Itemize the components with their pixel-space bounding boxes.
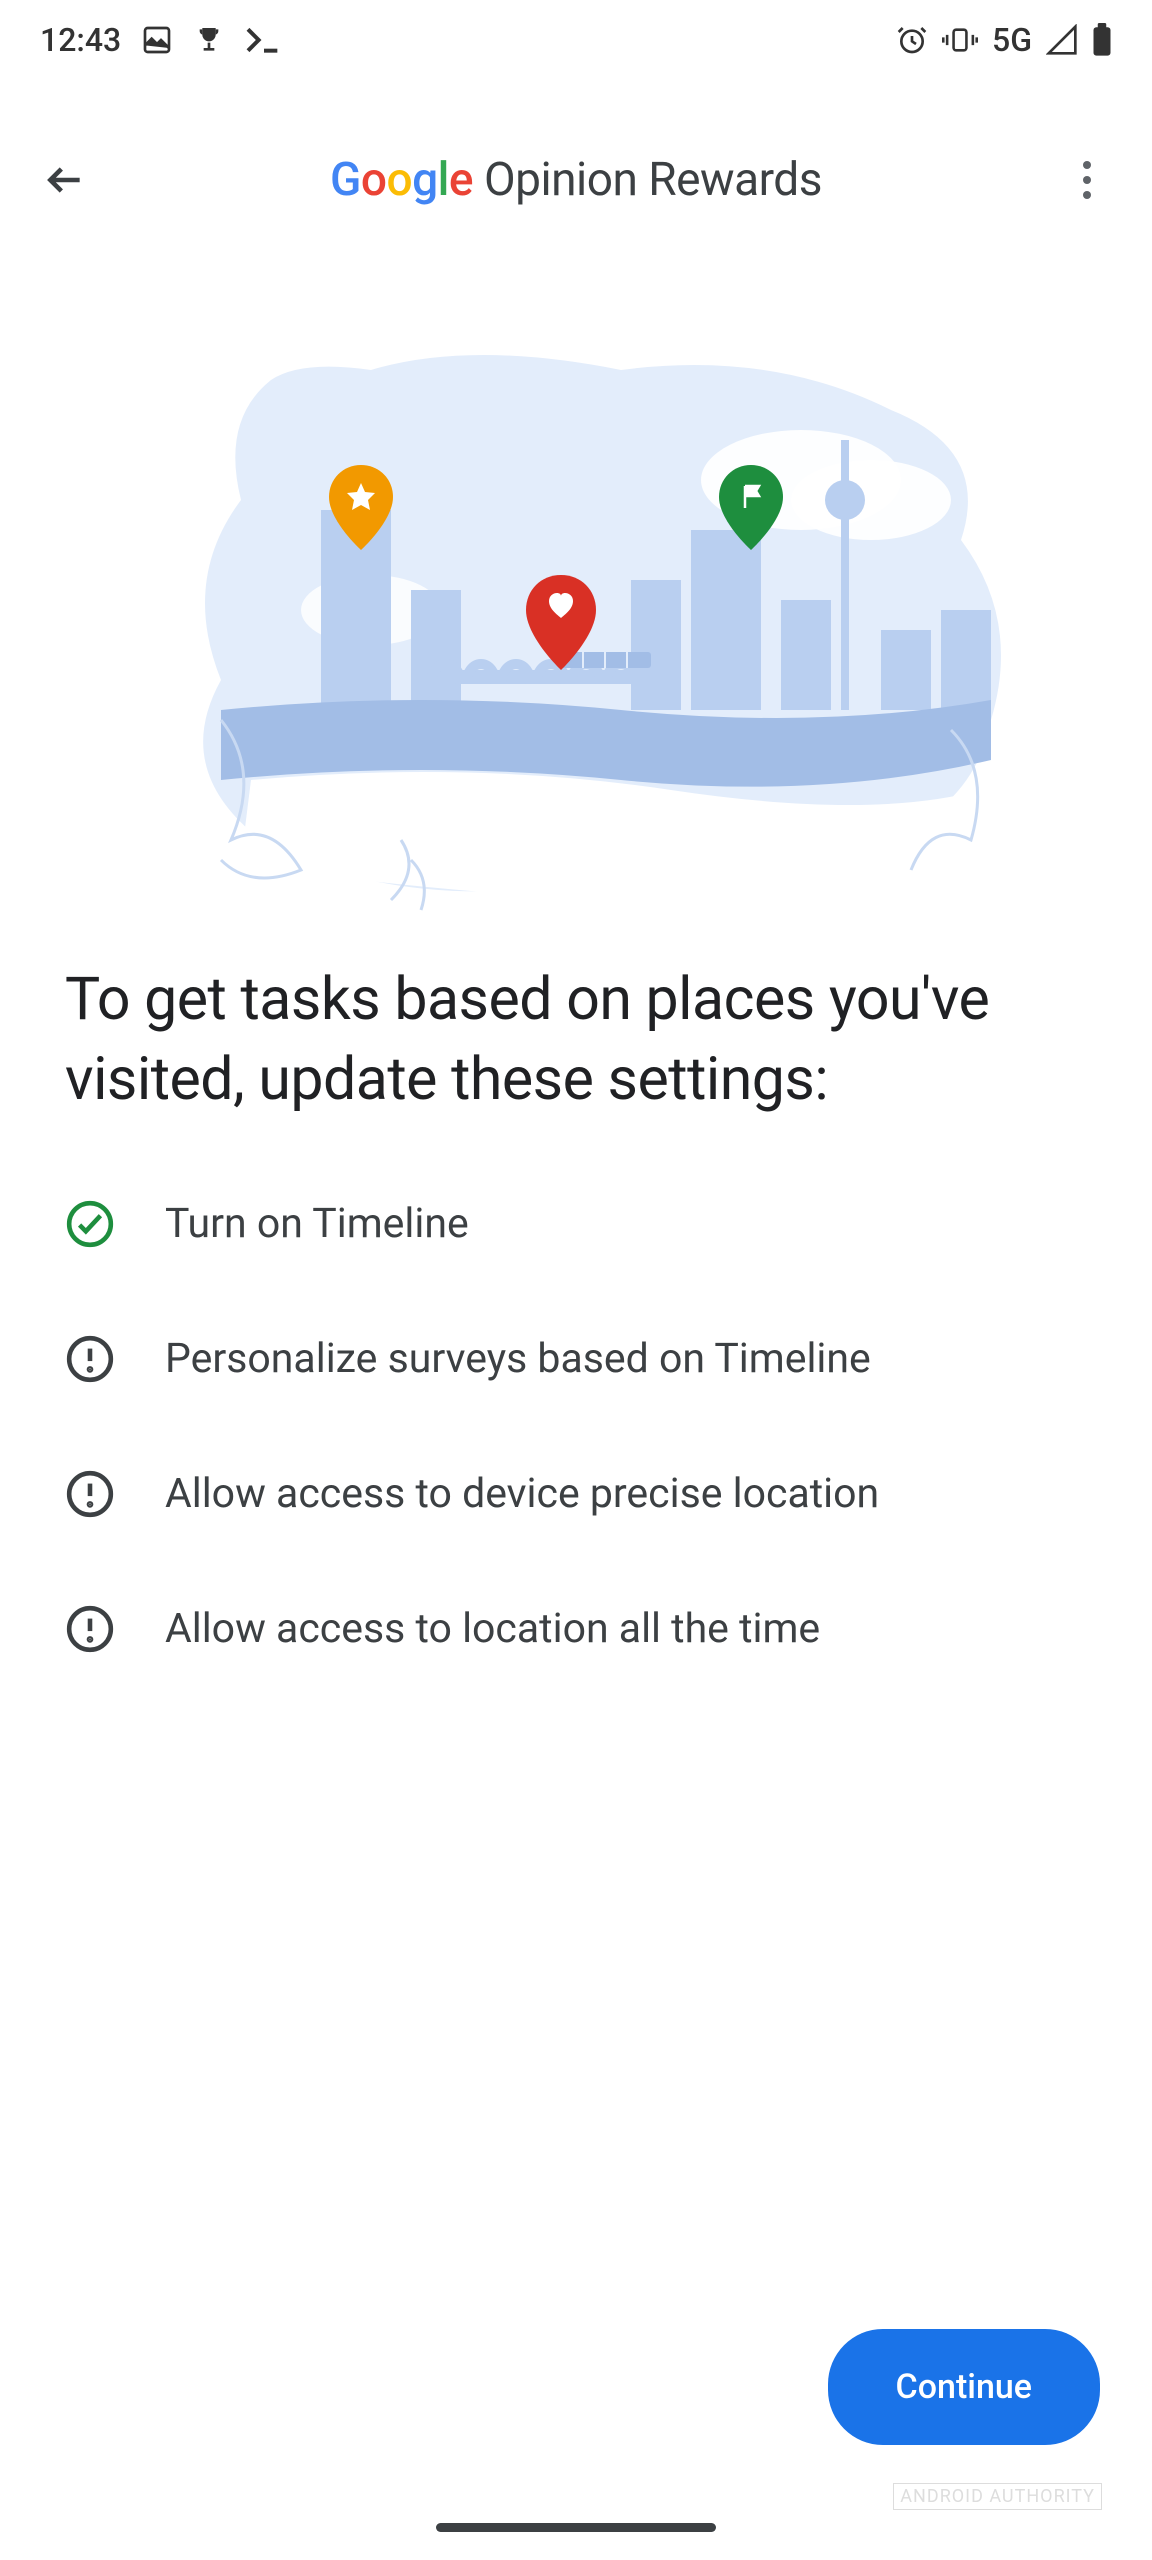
setting-label: Allow access to location all the time (165, 1605, 820, 1653)
home-indicator (436, 2523, 716, 2532)
alarm-icon (896, 24, 928, 56)
alert-circle-icon (65, 1334, 115, 1384)
battery-icon (1092, 23, 1112, 57)
setting-item-timeline[interactable]: Turn on Timeline (65, 1199, 1087, 1249)
google-logo: Google (330, 153, 473, 207)
setting-label: Allow access to device precise location (165, 1470, 879, 1518)
status-right: 5G (896, 21, 1112, 59)
status-time: 12:43 (40, 21, 121, 59)
setting-item-precise-location[interactable]: Allow access to device precise location (65, 1469, 1087, 1519)
app-bar: Google Opinion Rewards (0, 120, 1152, 240)
setting-item-personalize[interactable]: Personalize surveys based on Timeline (65, 1334, 1087, 1384)
back-button[interactable] (35, 150, 95, 210)
content: To get tasks based on places you've visi… (0, 930, 1152, 1684)
signal-icon (1046, 24, 1078, 56)
setting-item-location-always[interactable]: Allow access to location all the time (65, 1604, 1087, 1654)
heading: To get tasks based on places you've visi… (65, 960, 1087, 1119)
network-label: 5G (992, 21, 1032, 59)
vibrate-icon (942, 26, 978, 54)
image-icon (141, 24, 173, 56)
continue-button[interactable]: Continue (828, 2329, 1100, 2445)
alert-circle-icon (65, 1604, 115, 1654)
cityscape-illustration (121, 300, 1031, 930)
setting-label: Turn on Timeline (165, 1200, 469, 1248)
status-bar: 12:43 (0, 0, 1152, 80)
more-button[interactable] (1057, 150, 1117, 210)
alert-circle-icon (65, 1469, 115, 1519)
settings-list: Turn on Timeline Personalize surveys bas… (65, 1199, 1087, 1654)
watermark: ANDROID AUTHORITY (893, 2483, 1102, 2510)
trophy-icon (193, 24, 225, 56)
check-circle-icon (65, 1199, 115, 1249)
status-left: 12:43 (40, 21, 283, 59)
terminal-icon (245, 24, 283, 56)
app-title: Google Opinion Rewards (95, 153, 1057, 207)
setting-label: Personalize surveys based on Timeline (165, 1335, 871, 1383)
